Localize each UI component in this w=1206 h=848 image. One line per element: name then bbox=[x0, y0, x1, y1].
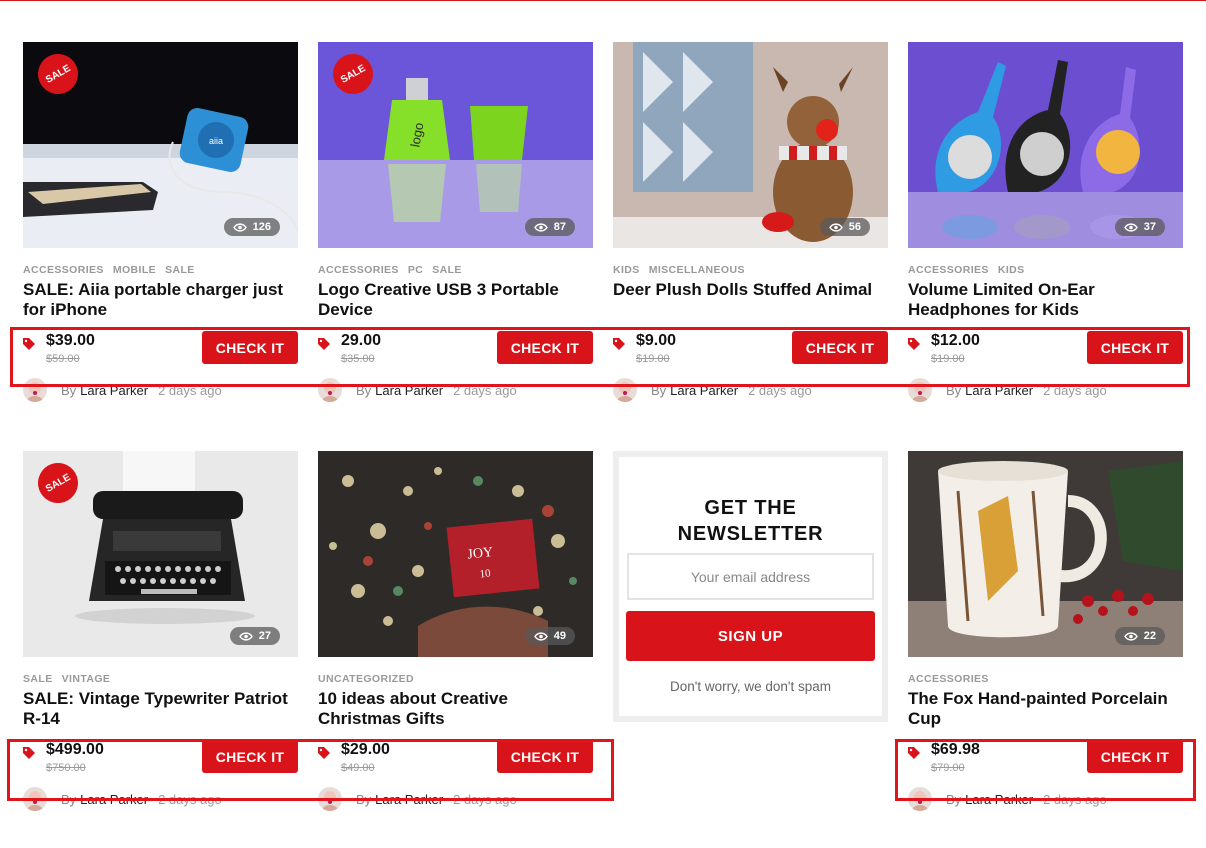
view-count: 126 bbox=[223, 218, 280, 236]
view-count-value: 56 bbox=[848, 221, 861, 233]
view-count: 87 bbox=[524, 218, 575, 236]
post-thumbnail[interactable]: 22 bbox=[908, 451, 1183, 657]
view-count-value: 27 bbox=[258, 630, 271, 642]
category-link[interactable]: KIDS bbox=[998, 264, 1025, 276]
post-thumbnail[interactable]: 56 bbox=[613, 42, 888, 248]
category-link[interactable]: PC bbox=[408, 264, 423, 276]
view-count-value: 49 bbox=[553, 630, 566, 642]
post-categories: ACCESSORIES KIDS bbox=[908, 264, 1183, 276]
view-count: 22 bbox=[1114, 627, 1165, 645]
svg-text:aiia: aiia bbox=[209, 136, 223, 146]
view-count-value: 126 bbox=[252, 221, 271, 233]
price-row-highlight bbox=[7, 739, 614, 801]
category-link[interactable]: VINTAGE bbox=[62, 673, 111, 685]
eye-icon bbox=[232, 222, 247, 232]
svg-text:JOY: JOY bbox=[467, 545, 494, 563]
newsletter-title-line: GET THE bbox=[704, 497, 797, 519]
category-link[interactable]: MOBILE bbox=[113, 264, 156, 276]
post-title[interactable]: SALE: Vintage Typewriter Patriot R-14 bbox=[23, 689, 298, 731]
category-link[interactable]: ACCESSORIES bbox=[318, 264, 399, 276]
newsletter-widget: GET THE NEWSLETTER SIGN UP Don't worry, … bbox=[613, 451, 888, 722]
eye-icon bbox=[1123, 631, 1138, 641]
sign-up-button[interactable]: SIGN UP bbox=[626, 611, 875, 661]
price-row-highlight bbox=[10, 327, 1190, 387]
svg-text:10: 10 bbox=[479, 567, 492, 580]
post-title[interactable]: SALE: Aiia portable charger just for iPh… bbox=[23, 280, 298, 322]
post-title[interactable]: Logo Creative USB 3 Portable Device bbox=[318, 280, 593, 322]
post-categories: ACCESSORIES PC SALE bbox=[318, 264, 593, 276]
category-link[interactable]: ACCESSORIES bbox=[23, 264, 104, 276]
category-link[interactable]: UNCATEGORIZED bbox=[318, 673, 414, 685]
category-link[interactable]: ACCESSORIES bbox=[908, 673, 989, 685]
category-link[interactable]: MISCELLANEOUS bbox=[649, 264, 745, 276]
post-categories: KIDS MISCELLANEOUS bbox=[613, 264, 888, 276]
eye-icon bbox=[1123, 222, 1138, 232]
eye-icon bbox=[238, 631, 253, 641]
post-title[interactable]: The Fox Hand-painted Porcelain Cup bbox=[908, 689, 1183, 731]
eye-icon bbox=[533, 222, 548, 232]
eye-icon bbox=[533, 631, 548, 641]
post-categories: UNCATEGORIZED bbox=[318, 673, 593, 685]
post-thumbnail[interactable]: aiia SALE 126 bbox=[23, 42, 298, 248]
post-title[interactable]: Deer Plush Dolls Stuffed Animal bbox=[613, 280, 888, 322]
post-title[interactable]: 10 ideas about Creative Christmas Gifts bbox=[318, 689, 593, 731]
view-count: 27 bbox=[229, 627, 280, 645]
view-count-value: 22 bbox=[1143, 630, 1156, 642]
view-count: 37 bbox=[1114, 218, 1165, 236]
top-accent-line bbox=[0, 0, 1206, 1]
newsletter-title: GET THE NEWSLETTER bbox=[619, 495, 882, 547]
post-thumbnail[interactable]: JOY 10 49 bbox=[318, 451, 593, 657]
price-row-highlight bbox=[895, 739, 1196, 801]
post-categories: ACCESSORIES MOBILE SALE bbox=[23, 264, 298, 276]
category-link[interactable]: SALE bbox=[23, 673, 53, 685]
category-link[interactable]: ACCESSORIES bbox=[908, 264, 989, 276]
view-count-value: 37 bbox=[1143, 221, 1156, 233]
category-link[interactable]: SALE bbox=[432, 264, 462, 276]
category-link[interactable]: KIDS bbox=[613, 264, 640, 276]
post-title[interactable]: Volume Limited On-Ear Headphones for Kid… bbox=[908, 280, 1183, 322]
view-count: 56 bbox=[819, 218, 870, 236]
post-categories: ACCESSORIES bbox=[908, 673, 1183, 685]
category-link[interactable]: SALE bbox=[165, 264, 195, 276]
email-input[interactable] bbox=[627, 553, 874, 600]
eye-icon bbox=[828, 222, 843, 232]
newsletter-title-line: NEWSLETTER bbox=[677, 523, 824, 545]
post-thumbnail[interactable]: 37 bbox=[908, 42, 1183, 248]
view-count-value: 87 bbox=[553, 221, 566, 233]
post-categories: SALE VINTAGE bbox=[23, 673, 298, 685]
view-count: 49 bbox=[524, 627, 575, 645]
post-thumbnail[interactable]: logo SALE 87 bbox=[318, 42, 593, 248]
post-thumbnail[interactable]: SALE 27 bbox=[23, 451, 298, 657]
spam-note: Don't worry, we don't spam bbox=[670, 679, 831, 694]
